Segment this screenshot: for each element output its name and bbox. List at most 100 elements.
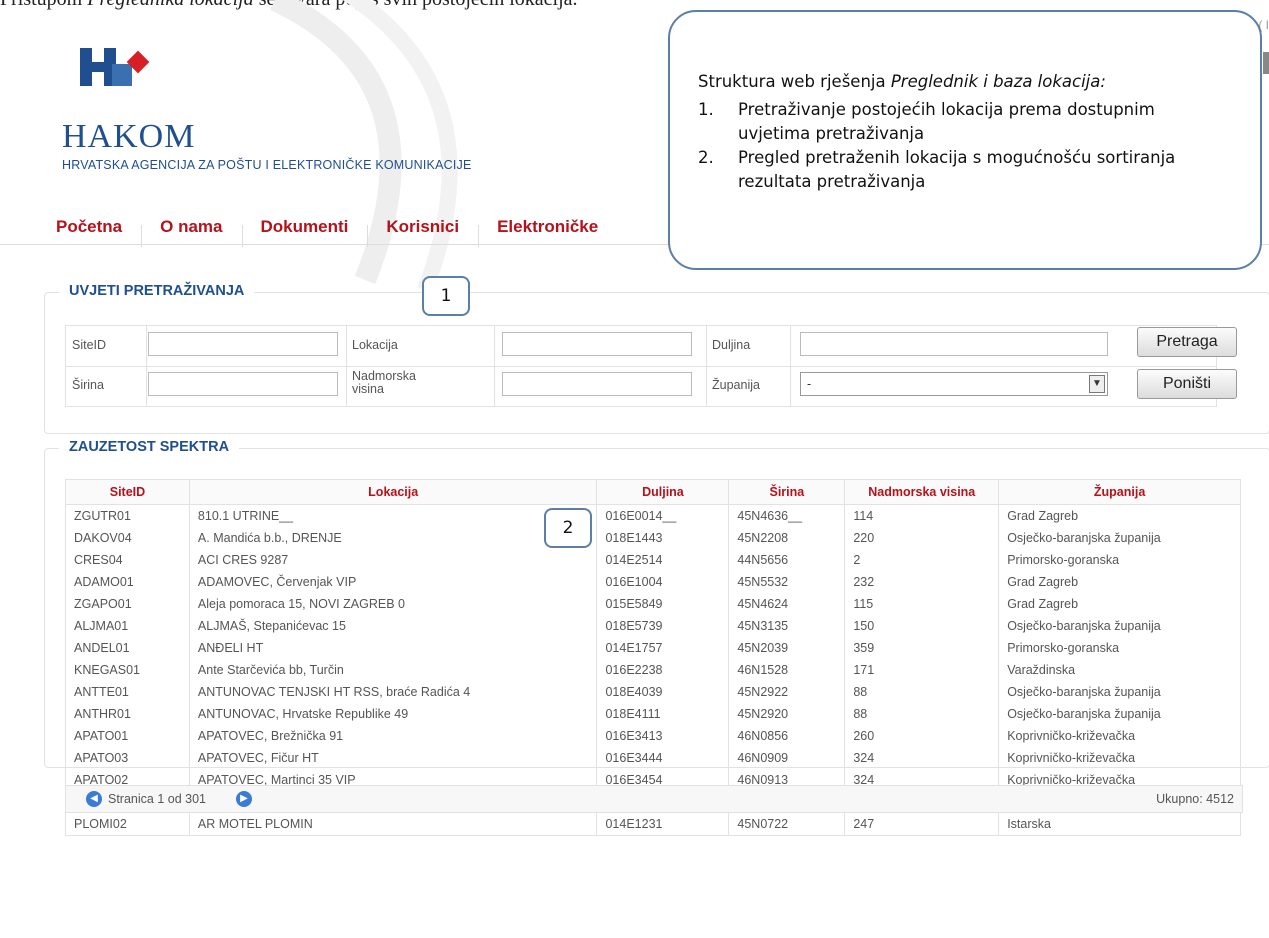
- document-caption: Pristupom Preglednika lokacija se otvara…: [0, 0, 578, 11]
- table-cell: Aleja pomoraca 15, NOVI ZAGREB 0: [188, 593, 598, 615]
- table-header-row: SiteID Lokacija Duljina Širina Nadmorska…: [65, 479, 1241, 505]
- table-cell: 45N0722: [728, 813, 846, 836]
- table-cell: CRES04: [65, 549, 190, 571]
- table-cell: PLOMI02: [65, 813, 190, 836]
- table-cell: ANĐELI HT: [188, 637, 598, 659]
- table-cell: 45N5532: [728, 571, 846, 593]
- table-cell: 45N3135: [728, 615, 846, 637]
- table-row[interactable]: APATO03 APATOVEC, Fičur HT 016E3444 46N0909…: [65, 747, 1241, 769]
- table-cell: ZGUTR01: [65, 504, 190, 527]
- table-cell: ZGAPO01: [65, 593, 190, 615]
- column-header-zupanija[interactable]: Županija: [998, 479, 1241, 505]
- lokacija-label: Lokacija: [352, 338, 398, 352]
- prev-page-icon[interactable]: ◀: [86, 791, 102, 807]
- table-cell: APATOVEC, Fičur HT: [188, 747, 598, 769]
- zupanija-label: Županija: [712, 378, 760, 392]
- table-row[interactable]: APATO01 APATOVEC, Brežnička 91 016E3413 46N…: [65, 725, 1241, 747]
- table-cell: Osječko-baranjska županija: [998, 615, 1241, 637]
- table-cell: 45N2920: [728, 703, 846, 725]
- table-row[interactable]: ANTTE01 ANTUNOVAC TENJSKI HT RSS, braće R…: [65, 681, 1241, 703]
- table-cell: 016E1004: [596, 571, 730, 593]
- table-cell: 45N4624: [728, 593, 846, 615]
- marker-2: 2: [544, 508, 592, 548]
- table-row[interactable]: ZGAPO01 Aleja pomoraca 15, NOVI ZAGREB 00…: [65, 593, 1241, 615]
- table-row[interactable]: ANTHR01 ANTUNOVAC, Hrvatske Republike 49 0…: [65, 703, 1241, 725]
- table-cell: Osječko-baranjska županija: [998, 703, 1241, 725]
- pagination-bar: ◀ Stranica 1 od 301 ▶ Ukupno: 4512: [65, 785, 1243, 813]
- table-row[interactable]: ALJMA01 ALJMAŠ, Stepanićevac 15 018E5739 45…: [65, 615, 1241, 637]
- siteid-input[interactable]: [148, 332, 338, 356]
- table-cell: ANTUNOVAC, Hrvatske Republike 49: [188, 703, 598, 725]
- callout-item: 2. Pregled pretraženih lokacija s mogućn…: [698, 148, 1176, 191]
- table-cell: 46N1528: [728, 659, 846, 681]
- table-row[interactable]: PLOMI02 AR MOTEL PLOMIN 014E1231 45N0722 247…: [65, 813, 1241, 836]
- table-cell: 359: [844, 637, 1000, 659]
- table-cell: 114: [844, 504, 1000, 527]
- nav-item-elektronicke[interactable]: Elektroničke: [497, 217, 618, 237]
- column-header-sirina[interactable]: Širina: [728, 479, 846, 505]
- column-header-nadmorska[interactable]: Nadmorska visina: [844, 479, 1000, 505]
- corner-scrollbar: [1263, 52, 1269, 74]
- table-cell: 016E2238: [596, 659, 730, 681]
- siteid-label: SiteID: [72, 338, 107, 352]
- nadmorska-input[interactable]: [502, 372, 692, 396]
- table-cell: 247: [844, 813, 1000, 836]
- table-cell: 44N5656: [728, 549, 846, 571]
- next-page-icon[interactable]: ▶: [236, 791, 252, 807]
- table-row[interactable]: ANDEL01 ANĐELI HT 014E1757 45N2039 359 Primor…: [65, 637, 1241, 659]
- table-row[interactable]: DAKOV04 A. Mandića b.b., DRENJE 018E1443 45…: [65, 527, 1241, 549]
- table-cell: A. Mandića b.b., DRENJE: [188, 527, 598, 549]
- table-cell: 018E5739: [596, 615, 730, 637]
- table-cell: 018E1443: [596, 527, 730, 549]
- table-row[interactable]: KNEGAS01 Ante Starčevića bb, Turčin 016E22…: [65, 659, 1241, 681]
- table-cell: 016E3444: [596, 747, 730, 769]
- table-cell: ANTTE01: [65, 681, 190, 703]
- table-cell: 016E0014__: [596, 504, 730, 527]
- table-cell: ADAMO01: [65, 571, 190, 593]
- table-cell: Varaždinska: [998, 659, 1241, 681]
- table-cell: 46N0856: [728, 725, 846, 747]
- nav-item-korisnici[interactable]: Korisnici: [386, 217, 479, 247]
- table-cell: ADAMOVEC, Červenjak VIP: [188, 571, 598, 593]
- table-cell: 018E4039: [596, 681, 730, 703]
- column-header-siteid[interactable]: SiteID: [65, 479, 190, 505]
- table-cell: 324: [844, 747, 1000, 769]
- zupanija-select[interactable]: - ▼: [800, 372, 1108, 396]
- table-cell: APATO03: [65, 747, 190, 769]
- table-cell: 014E1757: [596, 637, 730, 659]
- table-row[interactable]: CRES04 ACI CRES 9287 014E2514 44N5656 2 Primo…: [65, 549, 1241, 571]
- nav-item-dokumenti[interactable]: Dokumenti: [261, 217, 369, 247]
- table-cell: 45N2208: [728, 527, 846, 549]
- table-cell: 810.1 UTRINE__: [188, 504, 598, 527]
- table-cell: 220: [844, 527, 1000, 549]
- dropdown-arrow-icon[interactable]: ▼: [1089, 375, 1105, 393]
- nav-item-pocetna[interactable]: Početna: [56, 217, 143, 247]
- callout-item: 1. Pretraživanje postojećih lokacija pre…: [698, 100, 1155, 143]
- table-cell: 2: [844, 549, 1000, 571]
- results-panel-title: ZAUZETOST SPEKTRA: [59, 439, 240, 455]
- watermark-graphic: [270, 0, 458, 290]
- table-cell: Istarska: [998, 813, 1241, 836]
- search-panel-title: UVJETI PRETRAŽIVANJA: [59, 283, 255, 299]
- lokacija-input[interactable]: [502, 332, 692, 356]
- marker-1: 1: [422, 276, 470, 316]
- duljina-input[interactable]: [800, 332, 1108, 356]
- reset-button[interactable]: Poništi: [1137, 369, 1237, 399]
- sirina-input[interactable]: [148, 372, 338, 396]
- nav-item-o-nama[interactable]: O nama: [160, 217, 243, 247]
- column-header-lokacija[interactable]: Lokacija: [188, 479, 598, 505]
- table-cell: Grad Zagreb: [998, 504, 1241, 527]
- search-form: SiteID Širina Lokacija Nadmorska visina …: [65, 325, 1217, 407]
- table-row[interactable]: ZGUTR01 810.1 UTRINE__ 016E0014__ 45N4636__…: [65, 504, 1241, 527]
- table-cell: ALJMAŠ, Stepanićevac 15: [188, 615, 598, 637]
- table-cell: 260: [844, 725, 1000, 747]
- table-cell: ALJMA01: [65, 615, 190, 637]
- total-count: Ukupno: 4512: [1156, 792, 1234, 806]
- table-cell: 014E1231: [596, 813, 730, 836]
- structure-callout: Struktura web rješenja Preglednik i baza…: [668, 10, 1262, 270]
- table-row[interactable]: ADAMO01 ADAMOVEC, Červenjak VIP 016E1004 45…: [65, 571, 1241, 593]
- search-button[interactable]: Pretraga: [1137, 327, 1237, 357]
- table-cell: Osječko-baranjska županija: [998, 527, 1241, 549]
- main-nav: Početna O nama Dokumenti Korisnici Elekt…: [56, 217, 636, 247]
- column-header-duljina[interactable]: Duljina: [596, 479, 730, 505]
